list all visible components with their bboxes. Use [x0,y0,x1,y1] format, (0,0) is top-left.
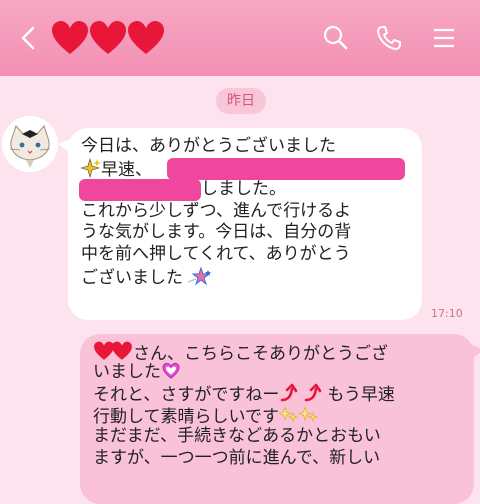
message-line: それと、さすがですねー もう早速 [93,383,395,406]
search-button[interactable] [320,22,352,54]
message-line: しました。 [79,179,410,202]
message-line: 行動して素晴らしいです [93,405,466,427]
message-line: うな気がします。今日は、自分の背 [81,222,352,243]
menu-button[interactable] [428,22,460,54]
message-line: これから少しずつ、進んで行けるよ [81,200,352,221]
message-timestamp: 17:10 [431,307,463,320]
cat-avatar-icon [2,116,58,172]
arrow-up-icon [281,383,298,402]
arrow-up-icon [305,383,322,402]
heart-icon [128,21,164,54]
search-icon [323,25,348,50]
chat-header [0,0,480,76]
sparkle-icon [298,405,319,423]
purple-heart-icon [162,362,180,379]
incoming-message-bubble[interactable]: 今日は、ありがとうございました 早速、 しました。 これから少しずつ、進んで行け… [58,128,422,320]
call-button[interactable] [373,22,405,54]
sparkle-icon [81,157,101,178]
back-button[interactable] [14,20,44,56]
phone-icon [377,26,401,50]
message-line: まだまだ、手続きなどあるかとおもい [93,426,381,447]
shooting-star-icon [188,265,212,286]
date-separator: 昨日 [216,88,266,114]
heart-icon [52,21,88,54]
message-line: 中を前へ押してくれて、ありがとう [81,243,351,264]
message-line: 早速、 [81,157,410,180]
message-line: さん、こちらこそありがとうござ [93,340,466,364]
outgoing-message-bubble[interactable]: さん、こちらこそありがとうござ いました それと、さすがですねー もう早速 行動… [80,334,480,504]
message-line: 今日は、ありがとうございました [81,136,336,156]
chevron-left-icon [21,26,35,50]
message-line: ますが、一つ一つ前に進んで、新しい [93,447,381,468]
message-line: ございました [81,265,410,288]
avatar[interactable] [2,116,58,172]
redacted-text [79,179,201,202]
sparkle-icon [278,405,299,423]
heart-icon [90,21,126,54]
redacted-text [167,157,405,180]
chat-title [50,8,166,68]
menu-icon [434,28,454,48]
heart-icon [112,341,132,360]
message-line: いました [93,362,466,384]
